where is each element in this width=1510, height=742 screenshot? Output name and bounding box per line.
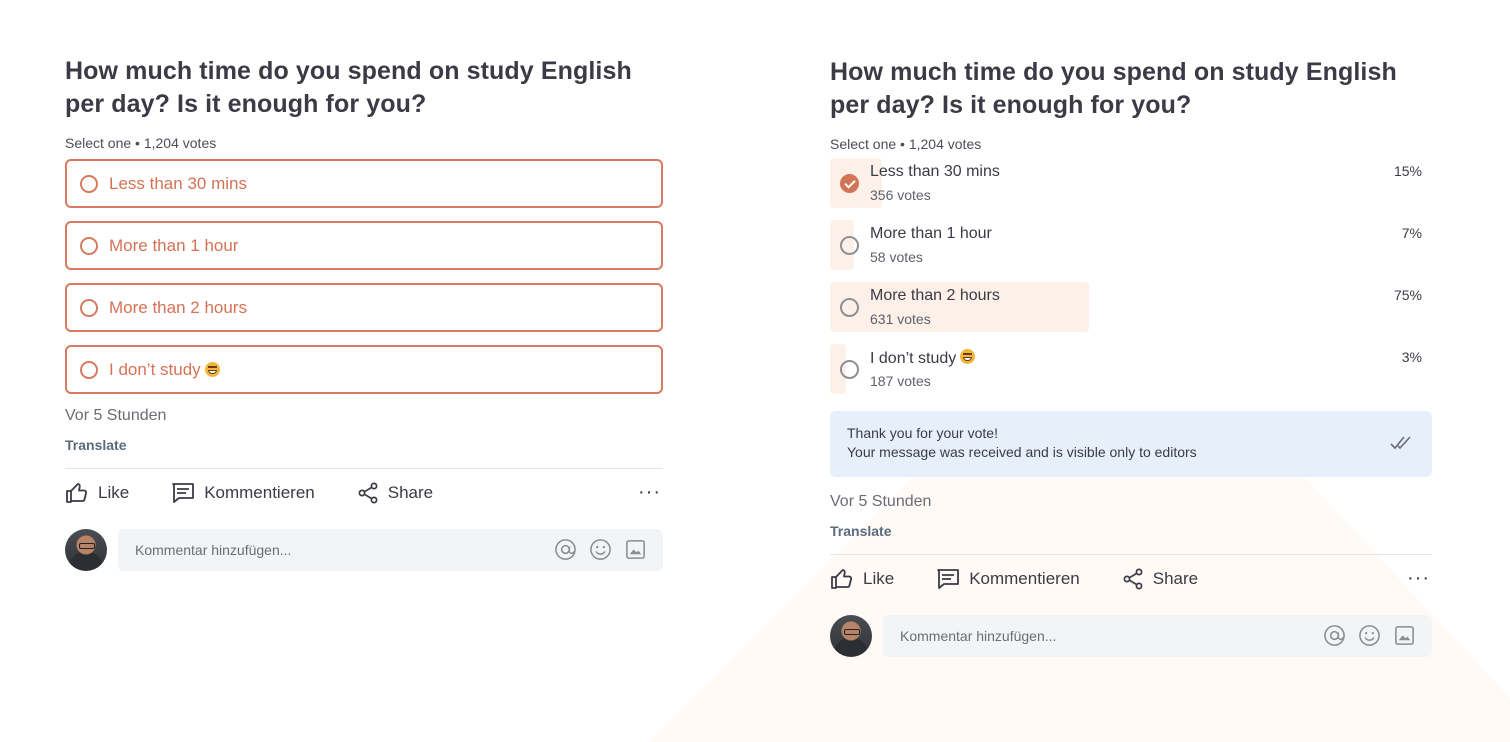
radio-icon[interactable] bbox=[840, 236, 859, 255]
grinning-emoji-icon bbox=[960, 349, 976, 364]
poll-question: How much time do you spend on study Engl… bbox=[830, 58, 1397, 119]
result-label-text: I don’t study bbox=[870, 350, 957, 367]
result-row[interactable]: Less than 30 mins 356 votes 15% bbox=[830, 158, 1432, 220]
image-icon[interactable] bbox=[624, 538, 647, 561]
poll-card-results: How much time do you spend on study Engl… bbox=[830, 56, 1432, 657]
emoji-icon[interactable] bbox=[589, 538, 612, 561]
radio-icon[interactable] bbox=[840, 360, 859, 379]
share-button[interactable]: Share bbox=[1122, 568, 1198, 590]
share-icon bbox=[1123, 568, 1143, 590]
at-icon[interactable] bbox=[1323, 624, 1346, 647]
share-label: Share bbox=[387, 483, 434, 502]
result-votes: 631 votes bbox=[870, 311, 931, 327]
translate-link[interactable]: Translate bbox=[830, 523, 1432, 539]
avatar[interactable] bbox=[830, 615, 872, 657]
like-button[interactable]: Like bbox=[65, 482, 129, 504]
radio-icon[interactable] bbox=[80, 298, 98, 317]
divider bbox=[65, 468, 663, 469]
action-bar: Like Kommentieren Share ··· bbox=[65, 470, 663, 516]
result-label: I don’t study bbox=[870, 349, 976, 368]
comment-tools bbox=[554, 538, 647, 561]
comment-input[interactable]: Kommentar hinzufügen... bbox=[118, 529, 663, 571]
result-votes: 356 votes bbox=[870, 187, 931, 203]
poll-option[interactable]: More than 1 hour bbox=[65, 221, 663, 270]
post-timestamp: Vor 5 Stunden bbox=[65, 407, 167, 424]
poll-meta: Select one • 1,204 votes bbox=[65, 135, 217, 151]
comment-tools bbox=[1323, 624, 1416, 647]
poll-option-label: Less than 30 mins bbox=[109, 173, 247, 193]
radio-icon[interactable] bbox=[840, 298, 859, 317]
emoji-icon[interactable] bbox=[1358, 624, 1381, 647]
at-icon[interactable] bbox=[554, 538, 577, 561]
image-icon[interactable] bbox=[1393, 624, 1416, 647]
poll-card-voting: How much time do you spend on study Engl… bbox=[65, 55, 663, 571]
result-percent: 7% bbox=[1401, 225, 1422, 241]
result-row[interactable]: I don’t study 187 votes 3% bbox=[830, 344, 1432, 406]
comment-input[interactable]: Kommentar hinzufügen... bbox=[883, 615, 1432, 657]
check-icon[interactable] bbox=[840, 174, 859, 193]
more-icon[interactable]: ··· bbox=[638, 481, 661, 504]
poll-options: Less than 30 mins More than 1 hour More … bbox=[65, 159, 663, 394]
thumbs-up-icon bbox=[831, 569, 853, 589]
share-icon bbox=[358, 482, 378, 504]
divider bbox=[830, 554, 1432, 555]
comment-label: Kommentieren bbox=[204, 483, 315, 502]
comment-icon bbox=[937, 569, 960, 589]
result-row[interactable]: More than 1 hour 58 votes 7% bbox=[830, 220, 1432, 282]
poll-option[interactable]: I don’t study bbox=[65, 345, 663, 394]
comment-row: Kommentar hinzufügen... bbox=[830, 615, 1432, 657]
double-check-icon bbox=[1390, 436, 1411, 450]
translate-link[interactable]: Translate bbox=[65, 437, 663, 453]
poll-option-label: More than 1 hour bbox=[109, 235, 239, 255]
comment-label: Kommentieren bbox=[969, 569, 1080, 588]
result-label: More than 2 hours bbox=[870, 287, 1000, 304]
poll-option[interactable]: More than 2 hours bbox=[65, 283, 663, 332]
avatar[interactable] bbox=[65, 529, 107, 571]
result-percent: 3% bbox=[1401, 349, 1422, 365]
radio-icon[interactable] bbox=[80, 236, 98, 255]
poll-question: How much time do you spend on study Engl… bbox=[65, 57, 632, 118]
poll-option-label: More than 2 hours bbox=[109, 297, 247, 317]
radio-icon[interactable] bbox=[80, 174, 98, 193]
result-label: More than 1 hour bbox=[870, 225, 992, 242]
comment-button[interactable]: Kommentieren bbox=[936, 568, 1080, 590]
confirmation-message: Your message was received and is visible… bbox=[847, 444, 1197, 460]
result-votes: 187 votes bbox=[870, 373, 931, 389]
action-bar: Like Kommentieren Share ··· bbox=[830, 556, 1432, 602]
result-label: Less than 30 mins bbox=[870, 163, 1000, 180]
comment-placeholder: Kommentar hinzufügen... bbox=[900, 628, 1057, 644]
comment-icon bbox=[172, 483, 195, 503]
comment-row: Kommentar hinzufügen... bbox=[65, 529, 663, 571]
more-icon[interactable]: ··· bbox=[1407, 567, 1430, 590]
vote-confirmation: Thank you for your vote! Your message wa… bbox=[830, 411, 1432, 477]
confirmation-title: Thank you for your vote! bbox=[847, 425, 998, 441]
like-button[interactable]: Like bbox=[830, 568, 894, 590]
comment-placeholder: Kommentar hinzufügen... bbox=[135, 542, 292, 558]
share-label: Share bbox=[1152, 569, 1199, 588]
like-label: Like bbox=[98, 483, 130, 502]
result-row[interactable]: More than 2 hours 631 votes 75% bbox=[830, 282, 1432, 344]
result-votes: 58 votes bbox=[870, 249, 923, 265]
comment-button[interactable]: Kommentieren bbox=[171, 482, 315, 504]
poll-option[interactable]: Less than 30 mins bbox=[65, 159, 663, 208]
poll-results: Less than 30 mins 356 votes 15% More tha… bbox=[830, 158, 1432, 406]
poll-option-label: I don’t study bbox=[109, 359, 201, 379]
poll-meta: Select one • 1,204 votes bbox=[830, 136, 982, 152]
result-percent: 15% bbox=[1393, 163, 1422, 179]
thumbs-up-icon bbox=[66, 483, 88, 503]
grinning-emoji-icon bbox=[204, 362, 220, 377]
like-label: Like bbox=[863, 569, 895, 588]
share-button[interactable]: Share bbox=[357, 482, 433, 504]
radio-icon[interactable] bbox=[80, 360, 98, 379]
result-percent: 75% bbox=[1393, 287, 1422, 303]
post-timestamp: Vor 5 Stunden bbox=[830, 493, 932, 510]
